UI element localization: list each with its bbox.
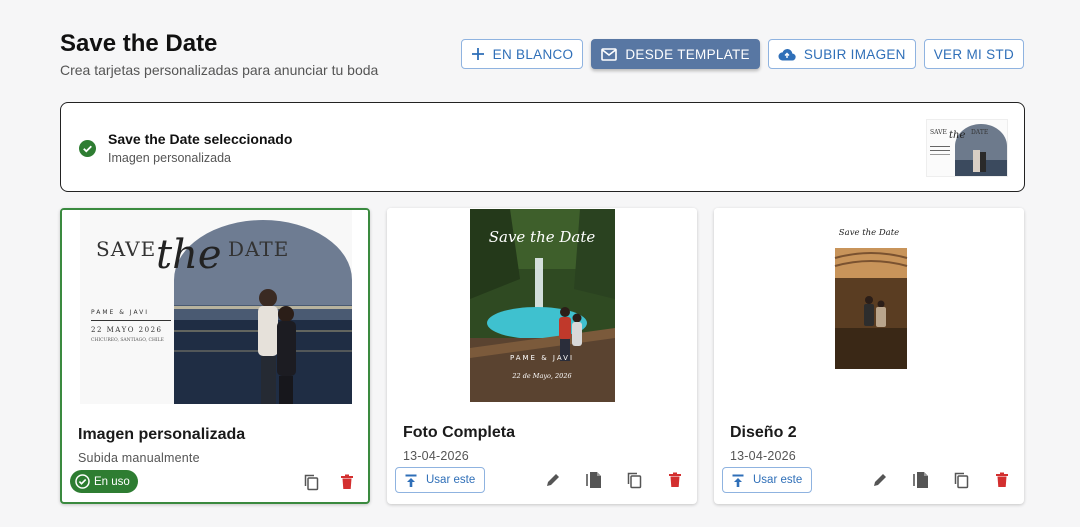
std-card-custom-image[interactable]: SAVE the DATE PAME & JAVI 22 MAYO 2026 C… bbox=[60, 208, 370, 504]
design-date-text: DATE bbox=[228, 237, 289, 261]
delete-icon bbox=[341, 474, 353, 489]
upload-image-button[interactable]: SUBIR IMAGEN bbox=[767, 39, 916, 69]
card-preview-design-2: Save the Date bbox=[714, 208, 1024, 402]
selected-thumbnail: SAVE the DATE bbox=[926, 119, 1008, 177]
duplicate-button[interactable] bbox=[623, 469, 645, 491]
from-template-button[interactable]: DESDE TEMPLATE bbox=[591, 39, 760, 69]
copy-icon bbox=[304, 474, 319, 491]
plus-icon bbox=[471, 48, 484, 60]
svg-text:SAVE: SAVE bbox=[930, 129, 947, 136]
svg-text:the: the bbox=[949, 130, 965, 141]
card-subtitle: Subida manualmente bbox=[78, 451, 200, 465]
new-blank-label: EN BLANCO bbox=[492, 46, 574, 62]
delete-button[interactable] bbox=[336, 471, 358, 493]
upload-image-label: SUBIR IMAGEN bbox=[803, 46, 906, 62]
copy-icon bbox=[627, 472, 642, 489]
page-subtitle: Crea tarjetas personalizadas para anunci… bbox=[60, 62, 379, 78]
cloud-upload-icon bbox=[778, 48, 796, 61]
design-names: PAME & JAVI bbox=[91, 309, 149, 316]
card-title: Diseño 2 bbox=[730, 424, 797, 441]
card-date: 13-04-2026 bbox=[403, 449, 469, 463]
use-this-label: Usar este bbox=[426, 474, 476, 486]
mail-icon bbox=[601, 47, 618, 61]
card-date: 13-04-2026 bbox=[730, 449, 796, 463]
duplicate-button[interactable] bbox=[950, 469, 972, 491]
design-script-title: Save the Date bbox=[489, 228, 596, 246]
file-copy-icon bbox=[585, 472, 601, 488]
design-the-text: the bbox=[156, 232, 222, 278]
use-this-label: Usar este bbox=[753, 474, 803, 486]
view-std-button[interactable]: VER MI STD bbox=[923, 39, 1024, 69]
design-date-line: 22 MAYO 2026 bbox=[91, 326, 162, 334]
delete-icon bbox=[996, 472, 1008, 487]
card-title: Imagen personalizada bbox=[78, 426, 246, 443]
selected-subtitle: Imagen personalizada bbox=[108, 151, 231, 165]
delete-button[interactable] bbox=[664, 469, 686, 491]
std-card-full-photo[interactable]: Save the Date PAME & JAVI 22 de Mayo, 20… bbox=[387, 208, 697, 504]
selected-title: Save the Date seleccionado bbox=[108, 131, 293, 147]
svg-text:DATE: DATE bbox=[971, 129, 988, 136]
page-title: Save the Date bbox=[60, 30, 218, 57]
card-preview-full-photo: Save the Date PAME & JAVI 22 de Mayo, 20… bbox=[387, 208, 697, 402]
edit-icon bbox=[874, 474, 886, 486]
in-use-label: En uso bbox=[94, 475, 130, 488]
delete-icon bbox=[669, 472, 681, 487]
edit-button[interactable] bbox=[542, 469, 564, 491]
design-save-text: SAVE bbox=[96, 237, 156, 261]
check-circle-icon bbox=[75, 474, 90, 489]
design-photo-names: PAME & JAVI bbox=[510, 354, 574, 362]
use-this-button[interactable]: Usar este bbox=[722, 467, 813, 493]
selected-std-panel: Save the Date seleccionado Imagen person… bbox=[60, 102, 1025, 192]
upload-icon bbox=[732, 474, 744, 487]
toolbar: EN BLANCO DESDE TEMPLATE SUBIR IMAGEN VE… bbox=[460, 39, 1024, 69]
in-use-badge: En uso bbox=[70, 470, 138, 493]
duplicate-file-button[interactable] bbox=[582, 469, 604, 491]
upload-icon bbox=[405, 474, 417, 487]
design-photo-date: 22 de Mayo, 2026 bbox=[511, 372, 571, 380]
use-this-button[interactable]: Usar este bbox=[395, 467, 486, 493]
card-title: Foto Completa bbox=[403, 424, 515, 441]
check-circle-icon bbox=[79, 140, 96, 157]
edit-icon bbox=[547, 474, 559, 486]
copy-icon bbox=[954, 472, 969, 489]
std-card-design-2[interactable]: Save the Date Diseño 2 13-04-2026 Usar e… bbox=[714, 208, 1024, 504]
edit-button[interactable] bbox=[869, 469, 891, 491]
duplicate-file-button[interactable] bbox=[909, 469, 931, 491]
file-copy-icon bbox=[912, 472, 928, 488]
duplicate-button[interactable] bbox=[300, 471, 322, 493]
design-place: CHICUREO, SANTIAGO, CHILE bbox=[91, 337, 164, 343]
new-blank-button[interactable]: EN BLANCO bbox=[460, 39, 584, 69]
card-preview-custom: SAVE the DATE PAME & JAVI 22 MAYO 2026 C… bbox=[62, 210, 368, 404]
view-std-label: VER MI STD bbox=[933, 46, 1014, 62]
delete-button[interactable] bbox=[991, 469, 1013, 491]
from-template-label: DESDE TEMPLATE bbox=[625, 46, 750, 62]
design-2-script-title: Save the Date bbox=[839, 228, 899, 238]
